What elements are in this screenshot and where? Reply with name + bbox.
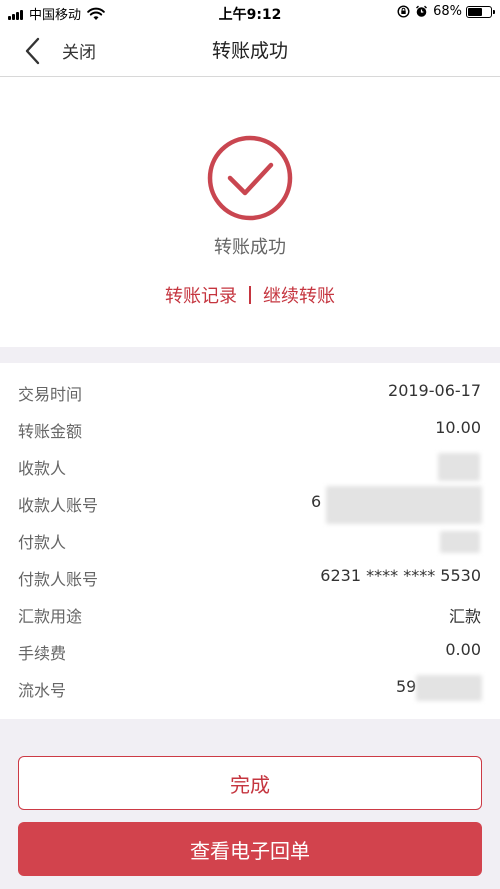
orientation-lock-icon: [397, 5, 410, 18]
success-card: 转账成功 转账记录 继续转账: [0, 77, 500, 347]
detail-label: 流水号: [18, 681, 67, 700]
detail-label: 收款人账号: [18, 496, 99, 515]
detail-label: 手续费: [18, 644, 67, 663]
detail-row: 转账金额 10.00: [0, 410, 500, 447]
detail-row: 付款人账号 6231 **** **** 5530: [0, 558, 500, 595]
redacted-mask: [326, 486, 482, 524]
detail-row: 收款人账号 6: [0, 484, 500, 524]
redacted-mask: [416, 675, 482, 701]
status-right: 68%: [397, 4, 495, 19]
battery-fill: [468, 7, 483, 16]
detail-value: 6231 **** **** 5530: [320, 566, 481, 585]
status-bar: 中国移动 上午9:12 68%: [0, 0, 500, 26]
detail-label: 汇款用途: [18, 607, 83, 626]
link-divider: [249, 286, 251, 304]
close-button[interactable]: 关闭: [62, 38, 96, 63]
detail-row: 汇款用途 汇款: [0, 595, 500, 632]
alarm-icon: [416, 5, 428, 17]
detail-row: 手续费 0.00: [0, 632, 500, 669]
detail-label: 交易时间: [18, 385, 83, 404]
transfer-details: 交易时间 2019-06-17 转账金额 10.00 收款人 收款人账号 6 付…: [0, 363, 500, 719]
detail-row: 流水号 59: [0, 669, 500, 706]
redacted-mask: [438, 453, 480, 481]
detail-value: 59: [396, 677, 417, 696]
detail-label: 付款人: [18, 533, 67, 552]
transfer-record-link[interactable]: 转账记录: [165, 286, 237, 307]
detail-value: 6: [311, 492, 322, 511]
detail-row: 付款人: [0, 521, 500, 558]
done-button[interactable]: 完成: [18, 756, 482, 810]
action-links: 转账记录 继续转账: [0, 282, 500, 308]
redacted-mask: [440, 531, 480, 553]
battery-icon: [466, 5, 495, 18]
back-button[interactable]: [14, 32, 50, 70]
success-message: 转账成功: [214, 237, 286, 258]
detail-label: 付款人账号: [18, 570, 99, 589]
check-circle-icon: [207, 135, 293, 221]
detail-label: 转账金额: [18, 422, 83, 441]
detail-value: 10.00: [435, 418, 481, 437]
detail-label: 收款人: [18, 459, 67, 478]
detail-value: 2019-06-17: [388, 381, 481, 400]
detail-value: 汇款: [448, 607, 481, 626]
continue-transfer-link[interactable]: 继续转账: [263, 286, 335, 307]
detail-row: 收款人: [0, 447, 500, 484]
chevron-left-icon: [25, 37, 40, 65]
nav-bar: 关闭 转账成功: [0, 26, 500, 77]
detail-value: 0.00: [445, 640, 481, 659]
detail-row: 交易时间 2019-06-17: [0, 373, 500, 410]
view-receipt-button[interactable]: 查看电子回单: [18, 822, 482, 876]
battery-percent: 68%: [433, 4, 462, 19]
